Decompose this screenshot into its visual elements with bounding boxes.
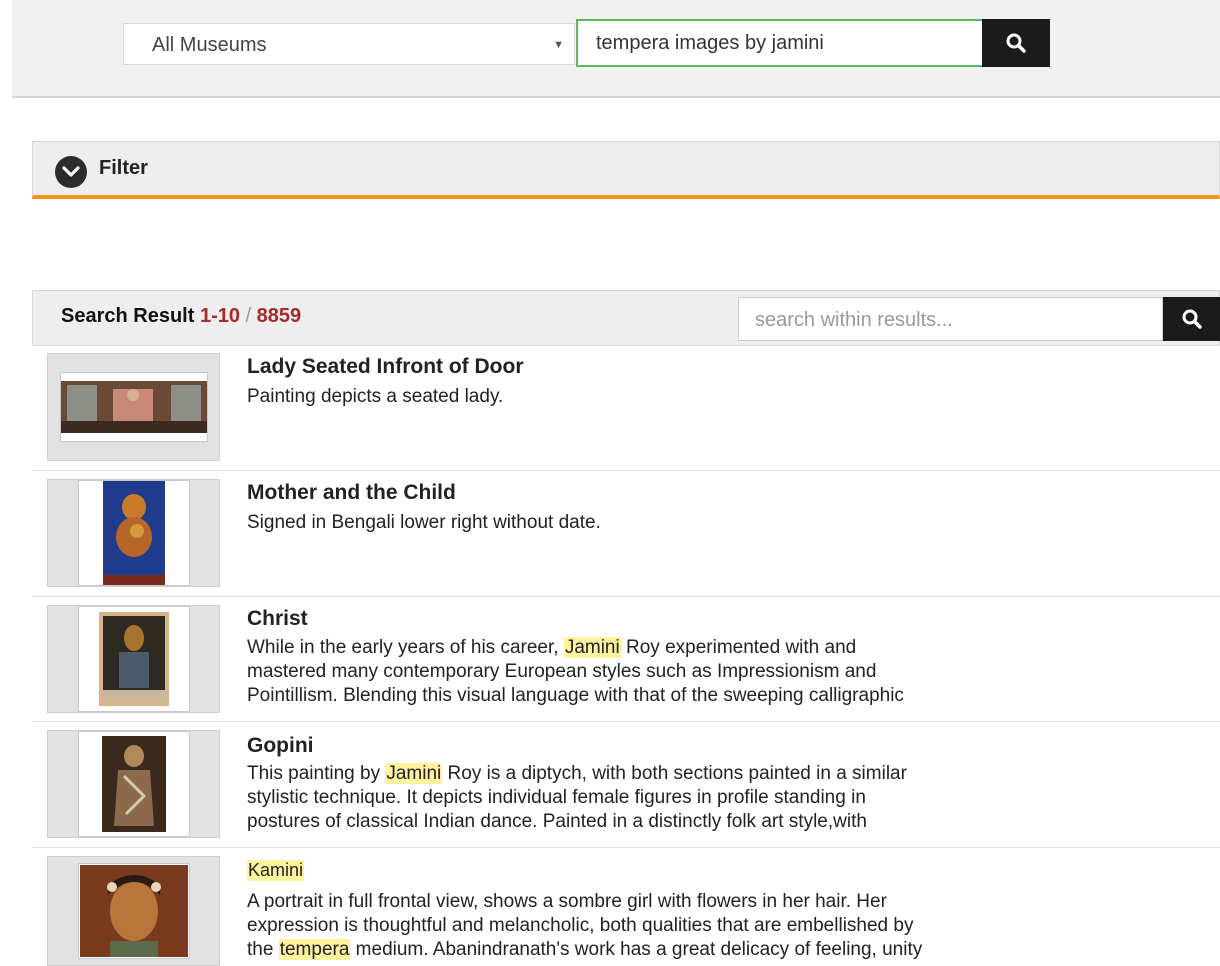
result-title[interactable]: Gopini: [247, 734, 314, 758]
search-highlight: tempera: [278, 939, 351, 960]
caret-down-icon: ▼: [553, 39, 564, 51]
artwork-image: [77, 863, 190, 959]
filter-label: Filter: [99, 157, 148, 179]
search-within-placeholder: search within results...: [755, 309, 953, 331]
top-search-bar: All Museums ▼ tempera images by jamini: [12, 0, 1220, 98]
search-highlight: Jamini: [385, 763, 443, 784]
search-highlight: Jamini: [563, 637, 621, 658]
results-heading: Search Result: [61, 305, 195, 327]
artwork-image: [77, 606, 190, 712]
results-range: 1-10: [199, 305, 240, 327]
result-title[interactable]: Christ: [247, 607, 308, 631]
result-title[interactable]: Kamini: [247, 860, 305, 881]
result-thumbnail[interactable]: [47, 856, 220, 966]
result-description-line-3: the tempera medium. Abanindranath's work…: [247, 938, 1207, 962]
search-icon: [1182, 309, 1202, 329]
result-item[interactable]: Christ While in the early years of his c…: [32, 597, 1220, 722]
results-total: 8859: [256, 305, 302, 327]
desc-text: Roy experimented with and: [620, 637, 857, 658]
result-description-line-2: stylistic technique. It depicts individu…: [247, 787, 866, 808]
results-title: Search Result 1-10 / 8859: [61, 305, 301, 328]
result-item[interactable]: Kamini A portrait in full frontal view, …: [32, 848, 1220, 966]
result-description-line-1: A portrait in full frontal view, shows a…: [247, 891, 887, 912]
result-description-line-1: While in the early years of his career, …: [247, 636, 1207, 660]
result-description-line-2: expression is thoughtful and melancholic…: [247, 915, 914, 936]
result-thumbnail[interactable]: [47, 605, 220, 713]
result-thumbnail[interactable]: [47, 479, 220, 587]
result-description-line-3: postures of classical Indian dance. Pain…: [247, 811, 867, 832]
desc-text: Roy is a diptych, with both sections pai…: [442, 763, 907, 784]
result-description-line-1: This painting by Jamini Roy is a diptych…: [247, 762, 1207, 786]
search-query-text: tempera images by jamini: [596, 32, 824, 54]
result-title[interactable]: Lady Seated Infront of Door: [247, 355, 524, 379]
artwork-image: [77, 731, 190, 837]
filter-toggle[interactable]: Filter: [32, 141, 1220, 199]
artwork-image: [59, 372, 208, 442]
result-description: Signed in Bengali lower right without da…: [247, 512, 601, 533]
result-description-line-2: mastered many contemporary European styl…: [247, 661, 877, 682]
desc-text: medium. Abanindranath's work has a great…: [350, 939, 923, 960]
chevron-down-circle-icon: [55, 156, 87, 188]
museum-scope-select[interactable]: All Museums ▼: [123, 23, 575, 65]
results-header: Search Result 1-10 / 8859 search within …: [32, 290, 1220, 346]
search-button[interactable]: [982, 19, 1050, 67]
results-separator: /: [245, 305, 252, 327]
result-thumbnail[interactable]: [47, 353, 220, 461]
result-item[interactable]: Gopini This painting by Jamini Roy is a …: [32, 722, 1220, 848]
desc-text: This painting by: [247, 763, 386, 784]
result-title[interactable]: Mother and the Child: [247, 481, 456, 505]
result-item[interactable]: Mother and the Child Signed in Bengali l…: [32, 471, 1220, 597]
desc-text: the: [247, 939, 279, 960]
artwork-image: [77, 480, 190, 586]
result-thumbnail[interactable]: [47, 730, 220, 838]
result-description: Painting depicts a seated lady.: [247, 386, 504, 407]
desc-text: While in the early years of his career,: [247, 637, 564, 658]
result-description-line-3: Pointillism. Blending this visual langua…: [247, 685, 904, 706]
search-icon: [1006, 33, 1026, 53]
museum-scope-value: All Museums: [152, 34, 267, 56]
search-input[interactable]: tempera images by jamini: [576, 19, 984, 67]
search-within-input[interactable]: search within results...: [738, 297, 1163, 341]
result-item[interactable]: Lady Seated Infront of Door Painting dep…: [32, 346, 1220, 471]
search-within-button[interactable]: [1163, 297, 1220, 341]
